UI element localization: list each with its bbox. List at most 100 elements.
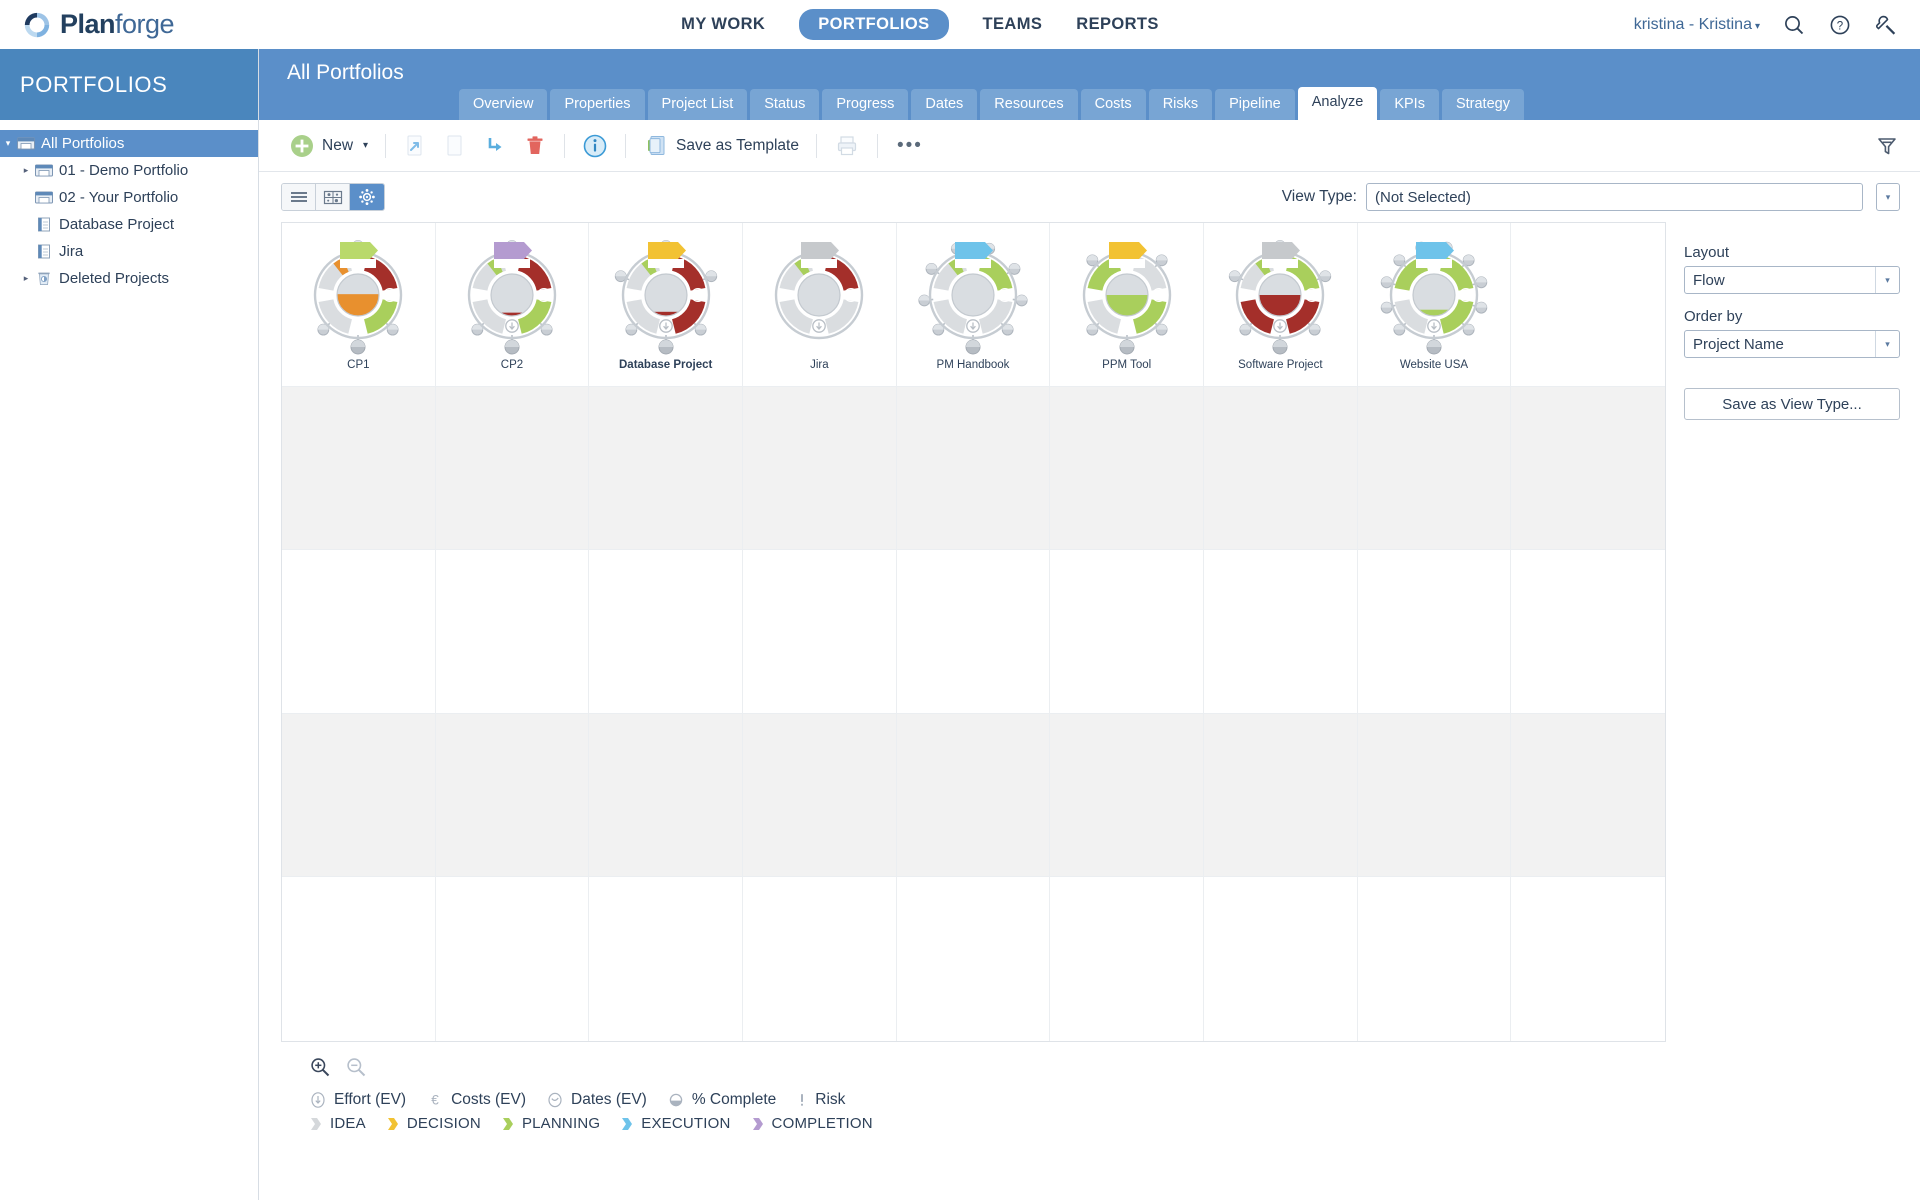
grid-cell[interactable] [589, 713, 743, 878]
grid-cell[interactable] [1050, 713, 1204, 878]
layout-select[interactable]: Flow ▾ [1684, 266, 1900, 294]
grid-cell[interactable] [1204, 386, 1358, 551]
grid-cell[interactable] [1511, 713, 1665, 878]
grid-cell[interactable] [589, 550, 743, 714]
tab-dates[interactable]: Dates [911, 89, 978, 120]
tab-risks[interactable]: Risks [1148, 89, 1213, 120]
grid-cell[interactable] [896, 550, 1051, 714]
grid-cell[interactable] [896, 713, 1051, 878]
filter-button[interactable] [1868, 126, 1906, 166]
sidebar-item-database-project[interactable]: Database Project [0, 211, 258, 238]
grid-cell[interactable]: € CP1 [282, 223, 436, 387]
save-as-view-type-button[interactable]: Save as View Type... [1684, 388, 1900, 420]
copy-button[interactable] [435, 126, 475, 166]
flow-node-grid[interactable]: € CP1 € CP2 € Database Project € Jira € PM Handbo… [281, 222, 1666, 1042]
project-flow-node[interactable]: € Website USA [1358, 223, 1511, 386]
help-icon[interactable]: ? [1828, 13, 1852, 37]
twisty-icon[interactable]: ▸ [18, 273, 34, 284]
grid-cell[interactable] [1511, 877, 1665, 1041]
grid-cell[interactable] [435, 550, 590, 714]
grid-cell[interactable] [1204, 713, 1358, 878]
zoom-in-icon[interactable] [309, 1056, 331, 1078]
new-button[interactable]: New ▾ [281, 126, 376, 166]
grid-cell[interactable] [1357, 386, 1512, 551]
sidebar-item-all-portfolios[interactable]: ▾ All Portfolios [0, 130, 258, 157]
grid-cell[interactable] [1050, 550, 1204, 714]
grid-cell[interactable]: € PM Handbook [896, 223, 1051, 387]
grid-cell[interactable] [1357, 550, 1512, 714]
twisty-icon[interactable]: ▸ [18, 165, 34, 176]
grid-cell[interactable]: € Website USA [1357, 223, 1512, 387]
view-mode-list[interactable] [282, 184, 316, 210]
chevron-down-icon[interactable]: ▾ [1875, 331, 1899, 357]
sidebar-item-deleted-projects[interactable]: ▸ Deleted Projects [0, 265, 258, 292]
tab-costs[interactable]: Costs [1080, 89, 1146, 120]
grid-cell[interactable] [589, 877, 743, 1041]
sidebar-item-demo-portfolio[interactable]: ▸ 01 - Demo Portfolio [0, 157, 258, 184]
project-flow-node[interactable]: € PM Handbook [897, 223, 1050, 386]
nav-portfolios[interactable]: PORTFOLIOS [799, 9, 949, 40]
project-flow-node[interactable]: € Jira [743, 223, 896, 386]
grid-cell[interactable] [743, 713, 897, 878]
cut-button[interactable] [395, 126, 435, 166]
grid-cell[interactable] [897, 877, 1051, 1041]
tab-strategy[interactable]: Strategy [1441, 89, 1524, 120]
grid-cell[interactable] [282, 877, 436, 1041]
grid-cell[interactable] [743, 386, 897, 551]
grid-cell[interactable] [435, 713, 590, 878]
more-options-button[interactable]: ••• [887, 135, 933, 157]
tab-analyze[interactable]: Analyze [1297, 87, 1378, 120]
zoom-out-icon[interactable] [345, 1056, 367, 1078]
project-flow-node[interactable]: € Database Project [589, 223, 742, 386]
grid-cell[interactable] [1050, 386, 1204, 551]
grid-cell[interactable] [743, 550, 897, 714]
grid-cell[interactable] [1204, 877, 1358, 1041]
grid-cell[interactable] [282, 550, 436, 714]
grid-cell[interactable] [1358, 877, 1512, 1041]
tab-project-list[interactable]: Project List [647, 89, 748, 120]
move-button[interactable] [475, 126, 515, 166]
project-flow-node[interactable]: € PPM Tool [1050, 223, 1203, 386]
grid-cell[interactable] [1050, 877, 1204, 1041]
grid-cell[interactable]: € Software Project [1204, 223, 1358, 387]
grid-cell[interactable] [743, 877, 897, 1041]
grid-cell[interactable] [1357, 713, 1512, 878]
save-as-template-button[interactable]: Save as Template [635, 126, 807, 166]
info-button[interactable] [574, 126, 616, 166]
chevron-down-icon[interactable]: ▾ [1875, 267, 1899, 293]
nav-teams[interactable]: TEAMS [983, 15, 1043, 34]
view-mode-bubble[interactable] [316, 184, 350, 210]
view-type-select[interactable]: (Not Selected) [1366, 183, 1863, 211]
view-mode-flow[interactable] [350, 184, 384, 210]
grid-cell[interactable] [896, 386, 1051, 551]
grid-cell[interactable]: € Jira [743, 223, 897, 387]
grid-cell[interactable] [435, 386, 590, 551]
twisty-icon[interactable]: ▾ [0, 138, 16, 149]
sidebar-item-jira[interactable]: Jira [0, 238, 258, 265]
tab-pipeline[interactable]: Pipeline [1215, 89, 1295, 120]
print-button[interactable] [826, 126, 868, 166]
tab-progress[interactable]: Progress [822, 89, 909, 120]
grid-cell[interactable]: € Database Project [589, 223, 743, 387]
nav-reports[interactable]: REPORTS [1076, 15, 1159, 34]
search-icon[interactable] [1782, 13, 1806, 37]
grid-cell[interactable]: € PPM Tool [1050, 223, 1204, 387]
grid-cell[interactable] [589, 386, 743, 551]
settings-wrench-icon[interactable] [1874, 13, 1898, 37]
tab-status[interactable]: Status [750, 89, 820, 120]
sidebar-item-your-portfolio[interactable]: 02 - Your Portfolio [0, 184, 258, 211]
order-by-select[interactable]: Project Name ▾ [1684, 330, 1900, 358]
user-menu[interactable]: kristina - Kristina ▾ [1634, 16, 1760, 34]
project-flow-node[interactable]: € Software Project [1204, 223, 1357, 386]
grid-cell[interactable] [1204, 550, 1358, 714]
delete-button[interactable] [515, 126, 555, 166]
tab-overview[interactable]: Overview [459, 89, 548, 120]
grid-cell[interactable] [436, 877, 590, 1041]
tab-resources[interactable]: Resources [980, 89, 1078, 120]
nav-my-work[interactable]: MY WORK [681, 15, 765, 34]
grid-cell[interactable] [282, 713, 436, 878]
project-flow-node[interactable]: € CP1 [282, 223, 435, 386]
view-type-dropdown-button[interactable]: ▾ [1876, 183, 1900, 211]
grid-cell[interactable] [1511, 223, 1665, 387]
tab-kpis[interactable]: KPIs [1380, 89, 1439, 120]
